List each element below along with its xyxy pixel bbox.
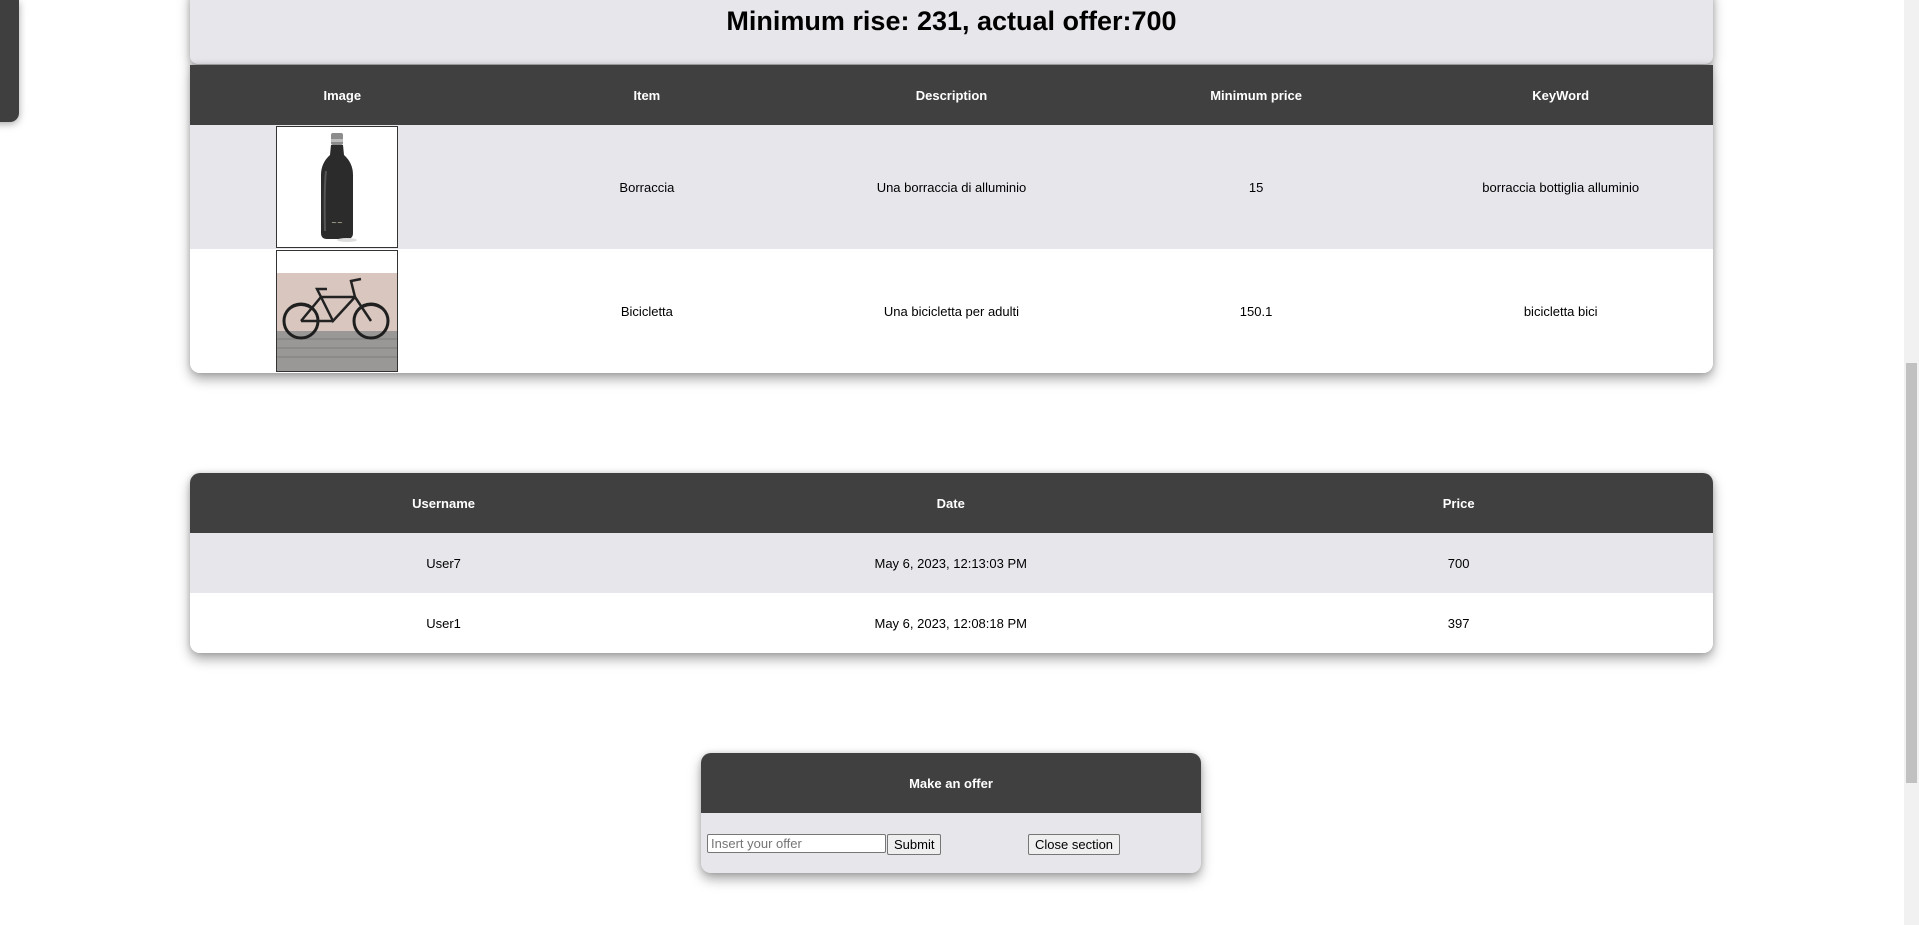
col-minimum-price: Minimum price	[1103, 65, 1409, 125]
auction-summary-card: Minimum rise: 231, actual offer:700	[190, 0, 1713, 64]
offer-date: May 6, 2023, 12:13:03 PM	[697, 533, 1205, 593]
water-bottle-image: ~~	[276, 126, 398, 248]
table-row: User1 May 6, 2023, 12:08:18 PM 397	[190, 593, 1713, 653]
items-table-header: Image Item Description Minimum price Key…	[190, 65, 1713, 125]
item-name: Bicicletta	[494, 249, 800, 373]
bicycle-image	[276, 250, 398, 372]
col-item: Item	[494, 65, 800, 125]
item-min-price: 150.1	[1103, 249, 1409, 373]
offer-input[interactable]	[707, 834, 886, 853]
auction-summary-title: Minimum rise: 231, actual offer:700	[726, 6, 1177, 36]
svg-text:~~: ~~	[331, 219, 343, 227]
item-min-price: 15	[1103, 125, 1409, 249]
table-row: ~~ Borraccia Una borraccia di alluminio …	[190, 125, 1713, 249]
table-row: User7 May 6, 2023, 12:13:03 PM 700	[190, 533, 1713, 593]
offer-username: User1	[190, 593, 698, 653]
col-keyword: KeyWord	[1408, 65, 1713, 125]
col-description: Description	[799, 65, 1104, 125]
offer-username: User7	[190, 533, 698, 593]
offers-table-header: Username Date Price	[190, 473, 1713, 533]
offers-table-card: Username Date Price User7 May 6, 2023, 1…	[190, 473, 1713, 653]
col-price: Price	[1204, 473, 1713, 533]
item-name: Borraccia	[494, 125, 800, 249]
col-username: Username	[190, 473, 698, 533]
items-table: Image Item Description Minimum price Key…	[190, 65, 1713, 373]
make-offer-panel: Make an offer Submit Close section	[701, 753, 1201, 873]
item-description: Una bicicletta per adulti	[799, 249, 1104, 373]
item-keyword: borraccia bottiglia alluminio	[1408, 125, 1713, 249]
make-offer-heading: Make an offer	[701, 753, 1201, 813]
vertical-scrollbar[interactable]	[1904, 0, 1919, 925]
col-image: Image	[190, 65, 495, 125]
submit-button[interactable]: Submit	[887, 834, 942, 855]
col-date: Date	[697, 473, 1205, 533]
offer-price: 700	[1204, 533, 1713, 593]
side-panel-tab[interactable]	[0, 0, 19, 122]
item-keyword: bicicletta bici	[1408, 249, 1713, 373]
make-offer-form: Submit Close section	[701, 813, 1201, 873]
offers-table: Username Date Price User7 May 6, 2023, 1…	[190, 473, 1713, 653]
item-description: Una borraccia di alluminio	[799, 125, 1104, 249]
offer-date: May 6, 2023, 12:08:18 PM	[697, 593, 1205, 653]
offer-price: 397	[1204, 593, 1713, 653]
close-section-button[interactable]: Close section	[1028, 834, 1121, 855]
scrollbar-thumb[interactable]	[1906, 363, 1917, 783]
table-row: Bicicletta Una bicicletta per adulti 150…	[190, 249, 1713, 373]
items-table-card: Image Item Description Minimum price Key…	[190, 65, 1713, 373]
